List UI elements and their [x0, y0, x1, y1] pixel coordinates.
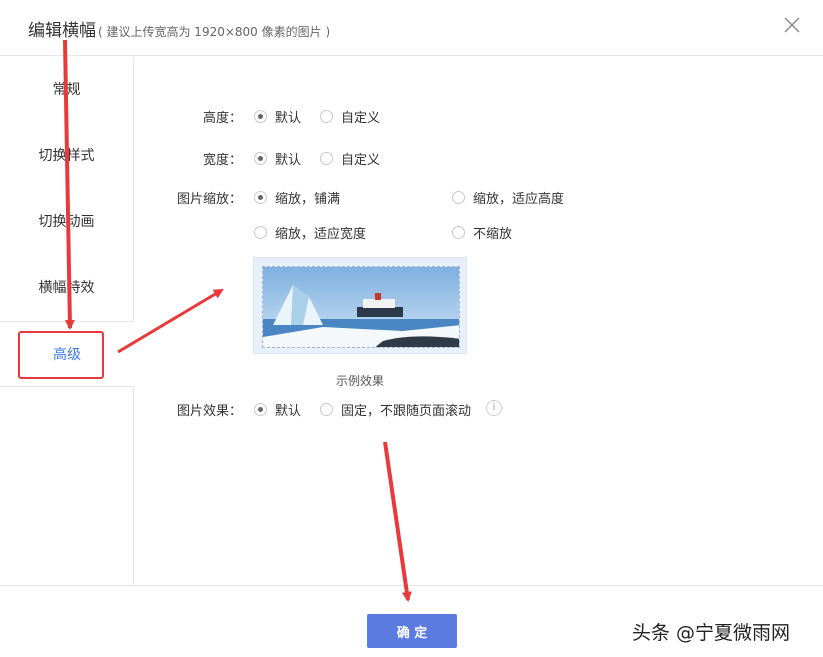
scale-none-radio[interactable]: 不缩放 — [452, 223, 512, 242]
radio-dot — [254, 152, 267, 165]
info-icon[interactable]: i — [486, 400, 502, 416]
radio-label: 自定义 — [341, 153, 381, 168]
radio-dot — [452, 191, 465, 204]
dialog-title: 编辑横幅( 建议上传宽高为 1920×800 像素的图片 ) — [28, 16, 330, 41]
dialog-header: 编辑横幅( 建议上传宽高为 1920×800 像素的图片 ) — [0, 0, 823, 56]
sidebar-nav: 常规 切换样式 切换动画 横幅特效 高级 — [0, 57, 134, 585]
radio-label: 默认 — [275, 111, 302, 126]
height-default-radio[interactable]: 默认 — [254, 107, 301, 126]
image-effect-label: 图片效果： — [176, 404, 242, 419]
radio-dot — [254, 191, 267, 204]
preview-caption: 示例效果 — [335, 374, 384, 388]
radio-dot — [320, 403, 333, 416]
radio-label: 缩放，适应高度 — [473, 192, 565, 207]
dialog-footer: 确 定 头条 @宁夏微雨网 — [0, 585, 823, 657]
confirm-button[interactable]: 确 定 — [367, 614, 457, 648]
sidebar-item-switch-style[interactable]: 切换样式 — [0, 123, 133, 189]
radio-dot — [254, 226, 267, 239]
close-icon[interactable] — [783, 16, 801, 34]
radio-label: 固定，不跟随页面滚动 — [341, 404, 472, 419]
sidebar-item-switch-animation[interactable]: 切换动画 — [0, 189, 133, 255]
edit-banner-dialog: 编辑横幅( 建议上传宽高为 1920×800 像素的图片 ) 常规 切换样式 切… — [0, 0, 823, 657]
radio-label: 缩放，铺满 — [275, 192, 341, 207]
width-label: 宽度： — [202, 153, 242, 168]
radio-label: 默认 — [275, 404, 302, 419]
radio-dot — [254, 403, 267, 416]
radio-label: 不缩放 — [473, 227, 513, 242]
radio-dot — [254, 110, 267, 123]
radio-dot — [452, 226, 465, 239]
effect-fixed-radio[interactable]: 固定，不跟随页面滚动 — [320, 400, 471, 419]
radio-label: 默认 — [275, 153, 302, 168]
annotation-highlight-box — [18, 331, 104, 379]
scale-fit-height-radio[interactable]: 缩放，适应高度 — [452, 188, 564, 207]
height-label: 高度： — [202, 111, 242, 126]
scale-fill-radio[interactable]: 缩放，铺满 — [254, 188, 340, 207]
effect-default-radio[interactable]: 默认 — [254, 400, 301, 419]
dialog-subtitle: ( 建议上传宽高为 1920×800 像素的图片 ) — [98, 25, 331, 39]
radio-dot — [320, 110, 333, 123]
width-custom-radio[interactable]: 自定义 — [320, 149, 380, 168]
watermark-text: 头条 @宁夏微雨网 — [632, 622, 791, 644]
radio-label: 缩放，适应宽度 — [275, 227, 367, 242]
sidebar-item-general[interactable]: 常规 — [0, 57, 133, 123]
radio-label: 自定义 — [341, 111, 381, 126]
radio-dot — [320, 152, 333, 165]
width-default-radio[interactable]: 默认 — [254, 149, 301, 168]
arrow-to-confirm — [383, 441, 412, 602]
scale-fit-width-radio[interactable]: 缩放，适应宽度 — [254, 223, 366, 242]
dialog-title-text: 编辑横幅 — [28, 21, 96, 41]
sidebar-item-banner-effects[interactable]: 横幅特效 — [0, 255, 133, 321]
example-preview — [253, 257, 467, 354]
height-custom-radio[interactable]: 自定义 — [320, 107, 380, 126]
image-scale-label: 图片缩放： — [176, 192, 242, 207]
preview-image — [262, 266, 460, 348]
